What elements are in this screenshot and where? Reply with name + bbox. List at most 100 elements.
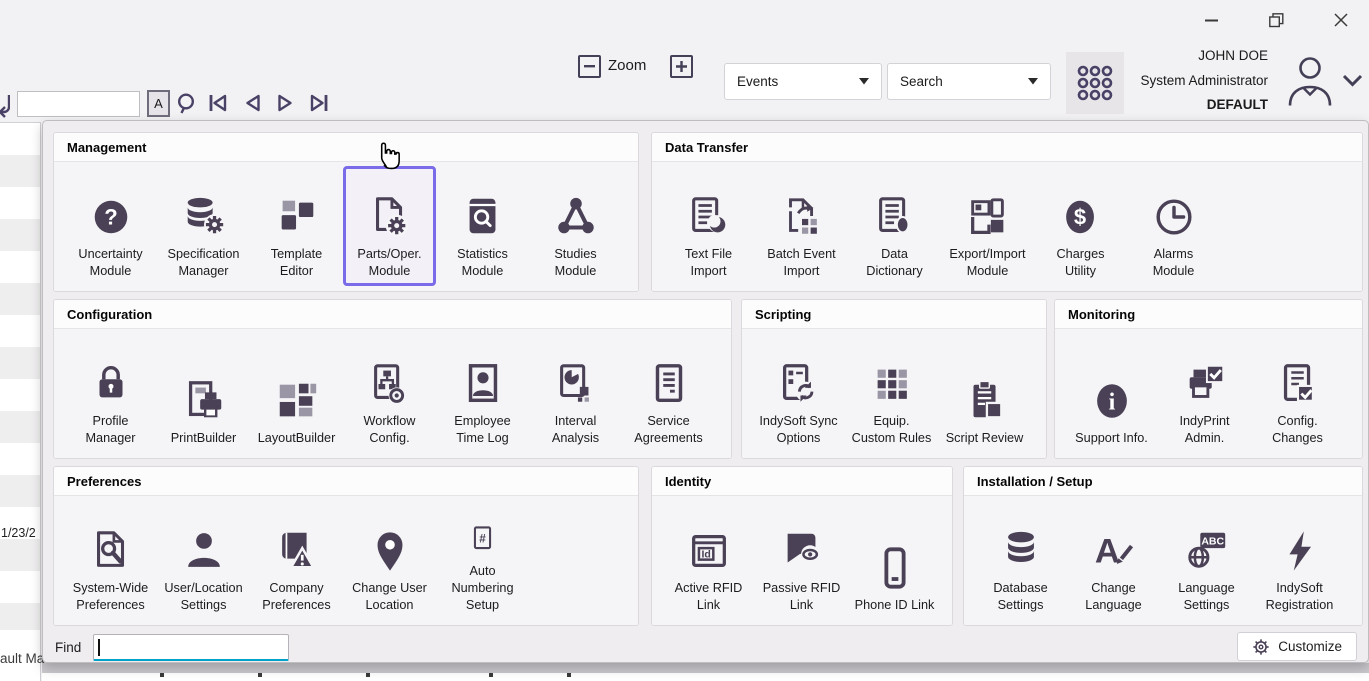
previous-record-button[interactable] <box>240 92 264 114</box>
restore-button[interactable] <box>1261 8 1291 32</box>
match-case-button[interactable]: A <box>147 90 170 117</box>
cutoff-text-fragment <box>489 673 493 677</box>
module-uncertainty-module[interactable]: ?Uncertainty Module <box>64 166 157 286</box>
text-caret <box>98 639 100 656</box>
layout-grid-icon <box>274 378 320 424</box>
section-title-management: Management <box>54 133 638 162</box>
section-title-scripting: Scripting <box>742 300 1046 329</box>
minimize-button[interactable] <box>1196 8 1226 32</box>
app-window: Zoom Events Search JOHN DOE System Admin… <box>0 0 1369 681</box>
module-alarms-module[interactable]: Alarms Module <box>1127 166 1220 286</box>
module-system-wide-preferences[interactable]: System-Wide Preferences <box>64 500 157 620</box>
module-label: Specification Manager <box>168 246 240 280</box>
module-text-file-import[interactable]: Text File Import <box>662 166 755 286</box>
last-record-button[interactable] <box>307 92 331 114</box>
cutoff-text-fragment <box>567 673 571 677</box>
find-record-button[interactable] <box>175 92 199 114</box>
module-active-rfid-link[interactable]: IdActive RFID Link <box>662 500 755 620</box>
database-gear-icon <box>181 194 227 240</box>
module-statistics-module[interactable]: Statistics Module <box>436 166 529 286</box>
next-record-button[interactable] <box>274 92 298 114</box>
bubble-eye-icon <box>779 528 825 574</box>
module-template-editor[interactable]: Template Editor <box>250 166 343 286</box>
events-dropdown[interactable]: Events <box>724 63 882 100</box>
module-database-settings[interactable]: Database Settings <box>974 500 1067 620</box>
document-lines-oval-icon <box>872 194 918 240</box>
module-label: LayoutBuilder <box>258 430 336 447</box>
workflow-doc-icon <box>367 361 413 407</box>
find-input[interactable] <box>93 634 289 661</box>
module-workflow-config[interactable]: Workflow Config. <box>343 333 436 453</box>
module-passive-rfid-link[interactable]: Passive RFID Link <box>755 500 848 620</box>
minus-icon <box>584 65 595 68</box>
module-script-review[interactable]: Script Review <box>938 333 1031 453</box>
svg-text:A: A <box>1094 533 1119 571</box>
module-profile-manager[interactable]: Profile Manager <box>64 333 157 453</box>
module-indysoft-registration[interactable]: IndySoft Registration <box>1253 500 1346 620</box>
svg-text:$: $ <box>1073 205 1085 230</box>
module-label: Uncertainty Module <box>78 246 142 280</box>
search-dropdown[interactable]: Search <box>887 63 1051 100</box>
user-menu-button[interactable] <box>1342 74 1363 92</box>
module-service-agreements[interactable]: Service Agreements <box>622 333 715 453</box>
module-label: Text File Import <box>685 246 732 280</box>
module-equip-custom-rules[interactable]: Equip. Custom Rules <box>845 333 938 453</box>
background-content-band <box>42 673 1369 681</box>
module-specification-manager[interactable]: Specification Manager <box>157 166 250 286</box>
module-indysoft-sync-options[interactable]: IndySoft Sync Options <box>752 333 845 453</box>
customize-button[interactable]: Customize <box>1237 632 1357 661</box>
last-record-icon <box>308 93 330 113</box>
first-record-button[interactable] <box>206 92 230 114</box>
module-studies-module[interactable]: Studies Module <box>529 166 622 286</box>
restore-icon <box>1269 13 1284 28</box>
minimize-icon <box>1205 19 1218 22</box>
modules-menu-popup: Management ?Uncertainty Module Specificati… <box>42 120 1369 663</box>
module-label: IndyPrint Admin. <box>1179 413 1229 447</box>
module-parts-oper-module[interactable]: Parts/Oper. Module <box>343 166 436 286</box>
module-company-preferences[interactable]: Company Preferences <box>250 500 343 620</box>
module-export-import-module[interactable]: Export/Import Module <box>941 166 1034 286</box>
module-language-settings[interactable]: ABCLanguage Settings <box>1160 500 1253 620</box>
record-search-input[interactable] <box>17 91 140 117</box>
module-batch-event-import[interactable]: Batch Event Import <box>755 166 848 286</box>
module-label: Company Preferences <box>262 580 330 614</box>
previous-record-icon <box>243 93 261 113</box>
customize-label: Customize <box>1278 639 1342 654</box>
module-interval-analysis[interactable]: Interval Analysis <box>529 333 622 453</box>
module-support-info[interactable]: iSupport Info. <box>1065 333 1158 453</box>
module-change-language[interactable]: AChange Language <box>1067 500 1160 620</box>
module-config-changes[interactable]: Config. Changes <box>1251 333 1344 453</box>
zoom-out-button[interactable] <box>578 55 601 78</box>
section-body-installation-setup: Database SettingsAChange LanguageABCLang… <box>964 496 1362 625</box>
module-indyprint-admin[interactable]: IndyPrint Admin. <box>1158 333 1251 453</box>
book-search-icon <box>460 194 506 240</box>
clipped-return-arrow-icon <box>0 93 10 124</box>
template-squares-icon <box>274 194 320 240</box>
module-change-user-location[interactable]: Change User Location <box>343 500 436 620</box>
module-label: Template Editor <box>271 246 322 280</box>
document-arrow-squares-icon <box>779 194 825 240</box>
module-phone-id-link[interactable]: Phone ID Link <box>848 500 941 620</box>
section-data-transfer: Data TransferText File ImportBatch Event… <box>651 132 1363 292</box>
module-printbuilder[interactable]: PrintBuilder <box>157 333 250 453</box>
chevron-down-icon <box>1028 78 1038 85</box>
module-charges-utility[interactable]: $Charges Utility <box>1034 166 1127 286</box>
module-label: Profile Manager <box>85 413 135 447</box>
module-label: Batch Event Import <box>767 246 835 280</box>
module-auto-numbering-setup[interactable]: #Auto Numbering Setup <box>436 500 529 620</box>
module-label: PrintBuilder <box>171 430 237 447</box>
events-dropdown-value: Events <box>737 74 778 89</box>
close-button[interactable] <box>1326 8 1356 32</box>
module-user-location-settings[interactable]: User/Location Settings <box>157 500 250 620</box>
avatar[interactable] <box>1282 54 1336 111</box>
module-data-dictionary[interactable]: Data Dictionary <box>848 166 941 286</box>
section-monitoring: MonitoringiSupport Info.IndyPrint Admin.… <box>1054 299 1363 459</box>
module-layoutbuilder[interactable]: LayoutBuilder <box>250 333 343 453</box>
zoom-in-button[interactable] <box>670 55 693 78</box>
module-label: Workflow Config. <box>364 413 416 447</box>
find-label: Find <box>55 640 81 655</box>
hand-pointer-icon <box>377 138 405 170</box>
user-block[interactable]: JOHN DOE System Administrator DEFAULT <box>1040 46 1268 114</box>
module-employee-time-log[interactable]: Employee Time Log <box>436 333 529 453</box>
section-body-preferences: System-Wide PreferencesUser/Location Set… <box>54 496 638 625</box>
